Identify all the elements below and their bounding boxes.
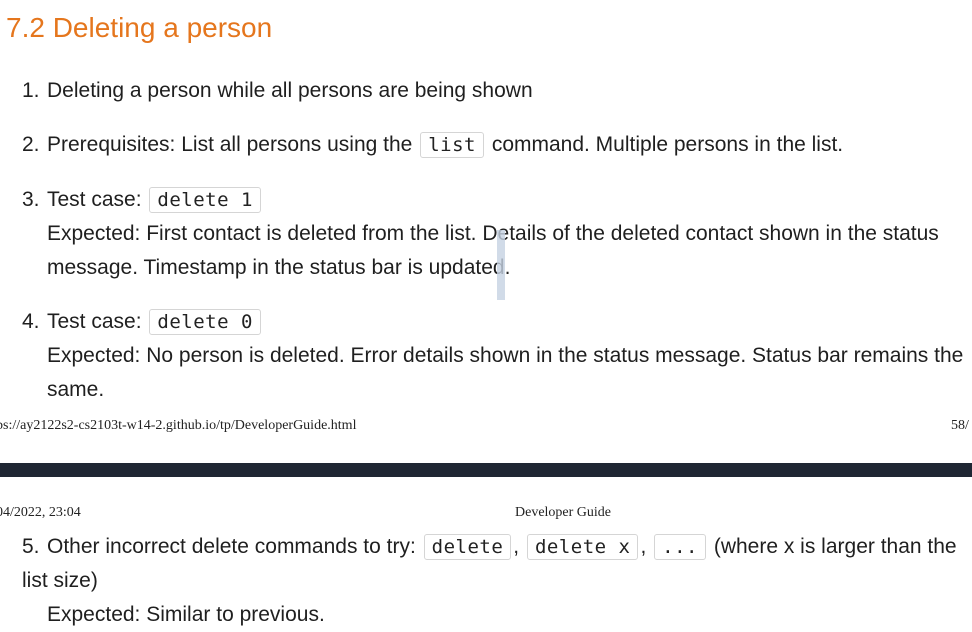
list-number: 1. xyxy=(22,79,40,102)
list-number: 5. xyxy=(22,535,40,558)
list-item-3: 3. Test case: delete 1 Expected: First co… xyxy=(22,183,967,285)
expected-text: Expected: No person is deleted. Error de… xyxy=(47,344,964,401)
list-number: 4. xyxy=(22,310,40,333)
page-separator xyxy=(0,463,972,477)
item-text-before: Prerequisites: List all persons using th… xyxy=(47,133,413,156)
expected-text: Expected: Similar to previous. xyxy=(47,603,325,626)
test-case-label: Test case: xyxy=(47,310,142,333)
page-footer-url: ps://ay2122s2-cs2103t-w14-2.github.io/tp… xyxy=(0,418,357,433)
item-text-after: command. Multiple persons in the list. xyxy=(491,133,844,156)
item-text-before: Other incorrect delete commands to try: xyxy=(47,535,416,558)
inline-code-delete-x: delete x xyxy=(526,534,639,560)
inline-code-delete: delete xyxy=(423,534,512,560)
section-heading: 7.2 Deleting a person xyxy=(6,12,273,43)
page-header-title: Developer Guide xyxy=(515,505,612,520)
list-number: 3. xyxy=(22,188,40,211)
text-cursor xyxy=(497,230,505,300)
list-item-2: 2. Prerequisites: List all persons using … xyxy=(22,128,967,162)
inline-code-delete-1: delete 1 xyxy=(149,187,261,213)
page-header-date: 04/2022, 23:04 xyxy=(0,505,81,520)
list-item-4: 4. Test case: delete 0 Expected: No perso… xyxy=(22,305,967,407)
list-item-5: 5. Other incorrect delete commands to try… xyxy=(22,530,967,632)
item-text: Deleting a person while all persons are … xyxy=(47,79,533,102)
list-number: 2. xyxy=(22,133,40,156)
expected-text: Expected: First contact is deleted from … xyxy=(47,222,939,279)
test-case-label: Test case: xyxy=(47,188,142,211)
list-item-1: 1. Deleting a person while all persons ar… xyxy=(22,74,967,108)
page-footer-number: 58/ xyxy=(951,418,969,433)
inline-code-delete-0: delete 0 xyxy=(149,309,261,335)
inline-code-list: list xyxy=(420,132,484,158)
inline-code-ellipsis: ... xyxy=(654,534,706,560)
